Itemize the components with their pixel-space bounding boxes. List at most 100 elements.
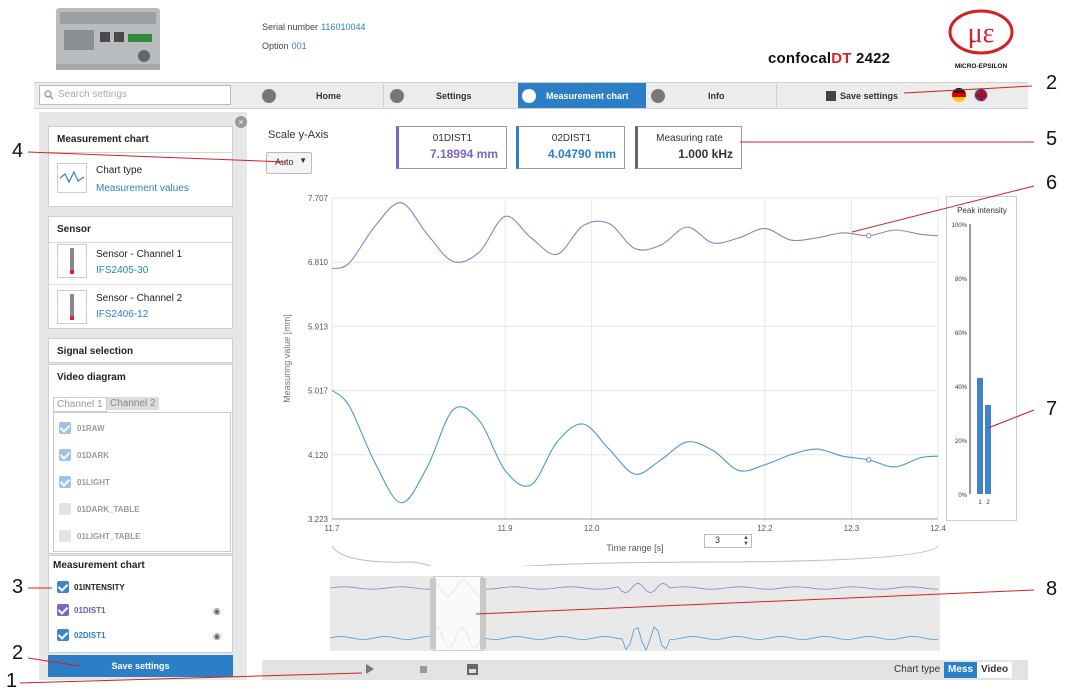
- close-icon[interactable]: ×: [235, 116, 247, 128]
- value-box-title: 01DIST1: [432, 133, 473, 144]
- measurement-line-chart[interactable]: 7.707 6.810 5.913 5.017 4.120 3.22311.7 11.9 12…: [262, 186, 952, 566]
- checkbox[interactable]: [57, 629, 69, 641]
- scale-y-axis-select[interactable]: Auto ▼: [266, 152, 312, 174]
- measurement-chart-signals: Measurement chart 01INTENSITY 01DIST1 ◉ …: [48, 555, 233, 653]
- serial-number: Serial number 116010044: [262, 21, 365, 33]
- series-line-2: [331, 389, 939, 504]
- tab-channel-2[interactable]: Channel 2: [107, 397, 159, 410]
- sensor1-label: Sensor - Channel 1: [96, 249, 183, 260]
- chart-type-link[interactable]: Measurement values: [96, 183, 189, 194]
- home-icon: [262, 88, 276, 103]
- peak-y-tick-label: 40%: [955, 385, 968, 391]
- wave-chart-icon: [57, 163, 87, 193]
- wave-icon: [522, 88, 536, 103]
- svg-text:με: με: [968, 18, 995, 49]
- callout-6: 6: [1046, 172, 1058, 194]
- meas-item-label: 01DIST1: [74, 606, 106, 615]
- video-item-label: 01RAW: [77, 424, 105, 433]
- series-marker-2: [866, 457, 872, 463]
- save-settings-button[interactable]: Save settings: [48, 655, 233, 677]
- scale-y-axis-label: Scale y-Axis: [268, 129, 329, 141]
- save-settings-button[interactable]: Save settings: [826, 83, 912, 108]
- y-tick-label: 5.913: [308, 322, 329, 331]
- video-diagram-card: Video diagram Channel 1 Channel 2 01RAW …: [48, 364, 233, 554]
- option-label: Option: [262, 41, 289, 51]
- sensor2-link[interactable]: IFS2406-12: [96, 309, 148, 320]
- uk-flag-icon[interactable]: [974, 88, 988, 102]
- tab-measurement-chart[interactable]: Measurement chart: [518, 83, 646, 108]
- stepper-arrows-icon[interactable]: ▲ ▼: [743, 535, 749, 547]
- checkbox[interactable]: [57, 581, 69, 593]
- series-marker-1: [866, 233, 872, 239]
- tab-settings[interactable]: Settings: [390, 83, 512, 108]
- x-tick-label: 12.2: [757, 524, 773, 533]
- option-value: 001: [291, 41, 307, 51]
- logo-mark-icon: με: [948, 9, 1014, 55]
- y-axis-label: Measuring value [mm]: [282, 314, 292, 403]
- callout-8: 8: [1046, 578, 1058, 600]
- navigator-handle-right: [480, 578, 486, 649]
- zoom-bracket-left: [331, 545, 433, 566]
- video-item-label: 01LIGHT_TABLE: [77, 532, 141, 541]
- card-title: Measurement chart: [53, 560, 145, 571]
- checkbox[interactable]: [59, 503, 71, 515]
- device-image: [56, 8, 160, 70]
- navigator-handle-left: [430, 578, 436, 649]
- card-title: Measurement chart: [49, 127, 232, 153]
- checkbox[interactable]: [59, 449, 71, 461]
- chart-type-mess-button[interactable]: Mess: [944, 662, 978, 678]
- tab-home[interactable]: Home: [262, 83, 382, 108]
- x-tick-label: 11.9: [498, 524, 514, 533]
- overview-navigator[interactable]: [330, 576, 940, 651]
- x-tick-label: 12.0: [584, 524, 600, 533]
- x-axis-label: Time range [s]: [606, 543, 663, 553]
- peak-y-tick-label: 0%: [958, 493, 967, 499]
- value-box-title: Measuring rate: [656, 133, 723, 144]
- peak-intensity-chart: Peak intensity100%80%60%40%20%0%1 2: [946, 196, 1017, 521]
- search-input[interactable]: Search settings: [39, 85, 231, 105]
- value-box-value: 7.18994 mm: [429, 147, 498, 161]
- callout-2: 2: [12, 642, 24, 664]
- info-icon: [651, 88, 665, 103]
- navigator-window: [433, 576, 483, 651]
- x-tick-label: 11.7: [325, 524, 341, 533]
- peak-bar-1: [977, 377, 983, 494]
- german-flag-icon[interactable]: [952, 88, 966, 102]
- value-box-02dist1: 02DIST1 4.04790 mm: [516, 126, 625, 169]
- callout-1: 1: [6, 670, 18, 692]
- callout-5: 5: [1046, 128, 1058, 150]
- peak-y-tick-label: 20%: [955, 439, 968, 445]
- tab-info[interactable]: Info: [651, 83, 771, 108]
- checkbox[interactable]: [59, 476, 71, 488]
- sensor-probe-icon: [57, 290, 87, 324]
- callout-7: 7: [1046, 398, 1058, 420]
- callout-4: 4: [12, 140, 24, 162]
- checkbox[interactable]: [57, 604, 69, 616]
- chevron-down-icon: ▼: [299, 156, 307, 165]
- signal-selection-card[interactable]: Signal selection: [48, 338, 233, 363]
- eye-icon[interactable]: ◉: [213, 631, 221, 642]
- serial-label: Serial number: [262, 22, 319, 32]
- time-range-stepper[interactable]: 3 ▲ ▼: [704, 534, 752, 548]
- search-icon: [44, 90, 54, 100]
- video-item-label: 01DARK: [77, 451, 110, 460]
- gear-icon: [390, 88, 404, 103]
- value-box-01dist1: 01DIST1 7.18994 mm: [396, 126, 507, 169]
- checkbox[interactable]: [59, 422, 71, 434]
- x-tick-label: 12.3: [844, 524, 860, 533]
- logo-text: MICRO-EPSILON: [954, 63, 1008, 70]
- value-box-value: 4.04790 mm: [547, 147, 616, 161]
- callout-3: 3: [12, 576, 24, 598]
- sensor-probe-icon: [57, 244, 87, 278]
- card-title: Video diagram: [57, 372, 126, 383]
- eye-icon[interactable]: ◉: [213, 606, 221, 617]
- peak-chart-title: Peak intensity: [957, 206, 1007, 215]
- floppy-icon[interactable]: [467, 664, 478, 675]
- checkbox[interactable]: [59, 530, 71, 542]
- stop-icon[interactable]: [420, 666, 427, 673]
- tab-channel-1[interactable]: Channel 1: [53, 397, 107, 412]
- play-icon[interactable]: [366, 664, 374, 674]
- peak-y-tick-label: 100%: [952, 223, 968, 229]
- chart-type-video-button[interactable]: Video: [977, 662, 1013, 678]
- sensor1-link[interactable]: IFS2405-30: [96, 265, 148, 276]
